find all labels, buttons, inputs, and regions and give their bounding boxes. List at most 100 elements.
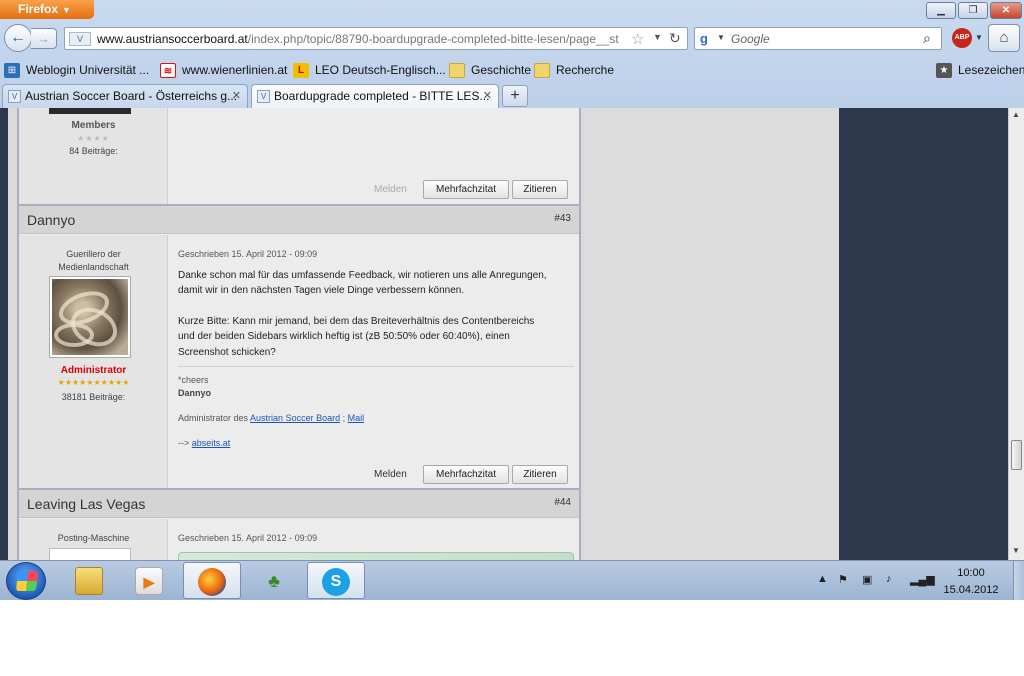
show-hidden-icons-icon[interactable]: ▲ <box>817 573 828 585</box>
back-button[interactable]: ← <box>4 24 32 52</box>
tab-boardupgrade[interactable]: V Boardupgrade completed - BITTE LES... … <box>251 84 499 108</box>
messenger-icon: ♣ <box>268 571 280 592</box>
bookmark-star-icon[interactable]: ☆ <box>631 30 644 48</box>
tab-austrian-soccer-board[interactable]: V Austrian Soccer Board - Österreichs g.… <box>2 84 248 108</box>
bookmark-wienerlinien[interactable]: ≋ www.wienerlinien.at <box>160 61 287 79</box>
post-header: Leaving Las Vegas #44 <box>19 488 579 518</box>
bookmarks-menu[interactable]: ★ Lesezeichen <box>936 61 1024 79</box>
site-identity-icon[interactable]: V <box>69 32 91 46</box>
post-date: Geschrieben 15. April 2012 - 09:09 <box>178 533 318 543</box>
clock-date[interactable]: 15.04.2012 <box>934 584 1008 596</box>
minimize-button[interactable]: ▁ <box>926 2 956 19</box>
safely-remove-hardware-icon[interactable]: ▣ <box>862 573 872 586</box>
quote-button[interactable]: Zitieren <box>512 465 568 484</box>
post-author-panel: Posting-Maschine <box>19 519 168 560</box>
member-title-line2: Medienlandschaft <box>58 262 129 272</box>
close-tab-icon[interactable]: ✕ <box>232 89 241 102</box>
right-sidebar <box>584 108 839 560</box>
adblock-button[interactable]: ABP ▼ <box>950 27 984 50</box>
taskbar-messenger[interactable]: ♣ <box>245 562 303 599</box>
avatar[interactable] <box>49 276 131 358</box>
blank-area <box>0 600 1024 676</box>
volume-icon[interactable]: ♪ <box>886 573 892 585</box>
vertical-scrollbar[interactable]: ▲ ▼ <box>1008 108 1024 560</box>
back-arrow-icon: ← <box>10 29 26 46</box>
bookmark-folder-recherche[interactable]: Recherche <box>534 61 614 79</box>
avatar[interactable] <box>49 548 131 560</box>
report-link[interactable]: Melden <box>374 184 407 195</box>
start-button[interactable] <box>6 562 46 600</box>
quote-box <box>178 552 574 560</box>
new-tab-button[interactable]: + <box>502 85 528 107</box>
skype-icon: S <box>322 568 350 597</box>
post-text-paragraph-2: Kurze Bitte: Kann mir jemand, bei dem da… <box>178 316 535 358</box>
google-icon[interactable]: g <box>700 31 708 46</box>
signature-admin-line: Administrator des Austrian Soccer Board … <box>178 413 365 423</box>
url-text[interactable]: www.austriansoccerboard.at/index.php/top… <box>97 32 637 46</box>
windows-taskbar: ▶ ♣ S ▲ ⚑ ▣ ♪ ▂▄▆ 10:00 15.04.2012 <box>0 560 1024 601</box>
signature-link-abseits[interactable]: abseits.at <box>192 438 231 448</box>
forward-arrow-icon: → <box>37 31 50 46</box>
chevron-down-icon[interactable]: ▼ <box>975 33 983 42</box>
posts-column: Members ★★★★ 84 Beiträge: Melden Mehrfac… <box>17 108 581 560</box>
show-desktop-button[interactable] <box>1013 561 1024 601</box>
taskbar-firefox[interactable] <box>183 562 241 599</box>
plus-icon: + <box>510 87 520 104</box>
folder-icon <box>449 63 465 79</box>
report-link[interactable]: Melden <box>374 469 407 480</box>
forward-button[interactable]: → <box>31 28 57 49</box>
close-window-button[interactable]: ✕ <box>990 2 1022 19</box>
home-icon: ⌂ <box>999 29 1009 46</box>
post-author-name[interactable]: Dannyo <box>27 212 75 228</box>
taskbar-skype[interactable]: S <box>307 562 365 599</box>
multiquote-button[interactable]: Mehrfachzitat <box>423 465 509 484</box>
signature-link-mail[interactable]: Mail <box>348 413 365 423</box>
quote-button[interactable]: Zitieren <box>512 180 568 199</box>
post-author-name[interactable]: Leaving Las Vegas <box>27 496 145 512</box>
rank-stars-icon: ★★★★★★★★★★ <box>57 378 130 387</box>
signature-divider <box>178 366 574 367</box>
multiquote-button[interactable]: Mehrfachzitat <box>423 180 509 199</box>
scrollbar-thumb[interactable] <box>1011 440 1022 470</box>
url-dropdown-icon[interactable]: ▼ <box>653 32 662 42</box>
taskbar-explorer[interactable] <box>60 562 118 599</box>
home-button[interactable]: ⌂ <box>988 24 1020 52</box>
search-icon[interactable]: ⌕ <box>923 30 931 47</box>
rank-stars-icon: ★★★★ <box>77 134 110 143</box>
member-rank: Members <box>71 120 116 131</box>
bookmark-leo[interactable]: L LEO Deutsch-Englisch... <box>293 61 446 79</box>
search-input[interactable]: Google <box>731 32 770 46</box>
member-rank: Administrator <box>60 365 127 376</box>
post-number[interactable]: #43 <box>554 213 571 224</box>
signature-link-board[interactable]: Austrian Soccer Board <box>250 413 340 423</box>
url-bar[interactable]: V www.austriansoccerboard.at/index.php/t… <box>64 27 688 50</box>
leo-icon: L <box>293 63 309 79</box>
search-engine-dropdown-icon[interactable]: ▼ <box>717 33 725 42</box>
post-number[interactable]: #44 <box>554 497 571 508</box>
post-count: 84 Beiträge: <box>69 146 118 156</box>
prev-post-body: Melden Mehrfachzitat Zitieren <box>169 108 579 204</box>
close-tab-icon[interactable]: ✕ <box>483 89 492 102</box>
taskbar-media-player[interactable]: ▶ <box>120 562 178 599</box>
browser-chrome: Firefox ▼ ▁ ❐ ✕ ← → V www.austriansoccerb… <box>0 0 1024 108</box>
folder-explorer-icon <box>75 567 103 596</box>
avatar <box>49 108 131 114</box>
network-signal-icon[interactable]: ▂▄▆ <box>910 573 935 586</box>
post-date: Geschrieben 15. April 2012 - 09:09 <box>178 249 318 259</box>
bookmark-folder-geschichte[interactable]: Geschichte <box>449 61 531 79</box>
reload-icon[interactable]: ↻ <box>669 30 681 47</box>
firefox-menu-button[interactable]: Firefox ▼ <box>0 0 94 19</box>
post-body: Geschrieben 15. April 2012 - 09:09 Danke… <box>169 235 579 488</box>
scroll-down-icon[interactable]: ▼ <box>1012 546 1020 555</box>
firefox-icon <box>198 568 226 597</box>
signature-cheers: *cheers <box>178 375 209 385</box>
bookmark-weblogin[interactable]: ⊞ Weblogin Universität ... <box>4 61 149 79</box>
action-center-flag-icon[interactable]: ⚑ <box>838 573 848 586</box>
maximize-button[interactable]: ❐ <box>958 2 988 19</box>
clock-time[interactable]: 10:00 <box>934 567 1008 579</box>
media-player-icon: ▶ <box>135 567 163 596</box>
search-bar[interactable]: g ▼ Google ⌕ <box>694 27 942 50</box>
tab-strip: V Austrian Soccer Board - Österreichs g.… <box>0 83 1024 108</box>
scroll-up-icon[interactable]: ▲ <box>1012 110 1020 119</box>
site-favicon-icon: V <box>257 90 270 103</box>
